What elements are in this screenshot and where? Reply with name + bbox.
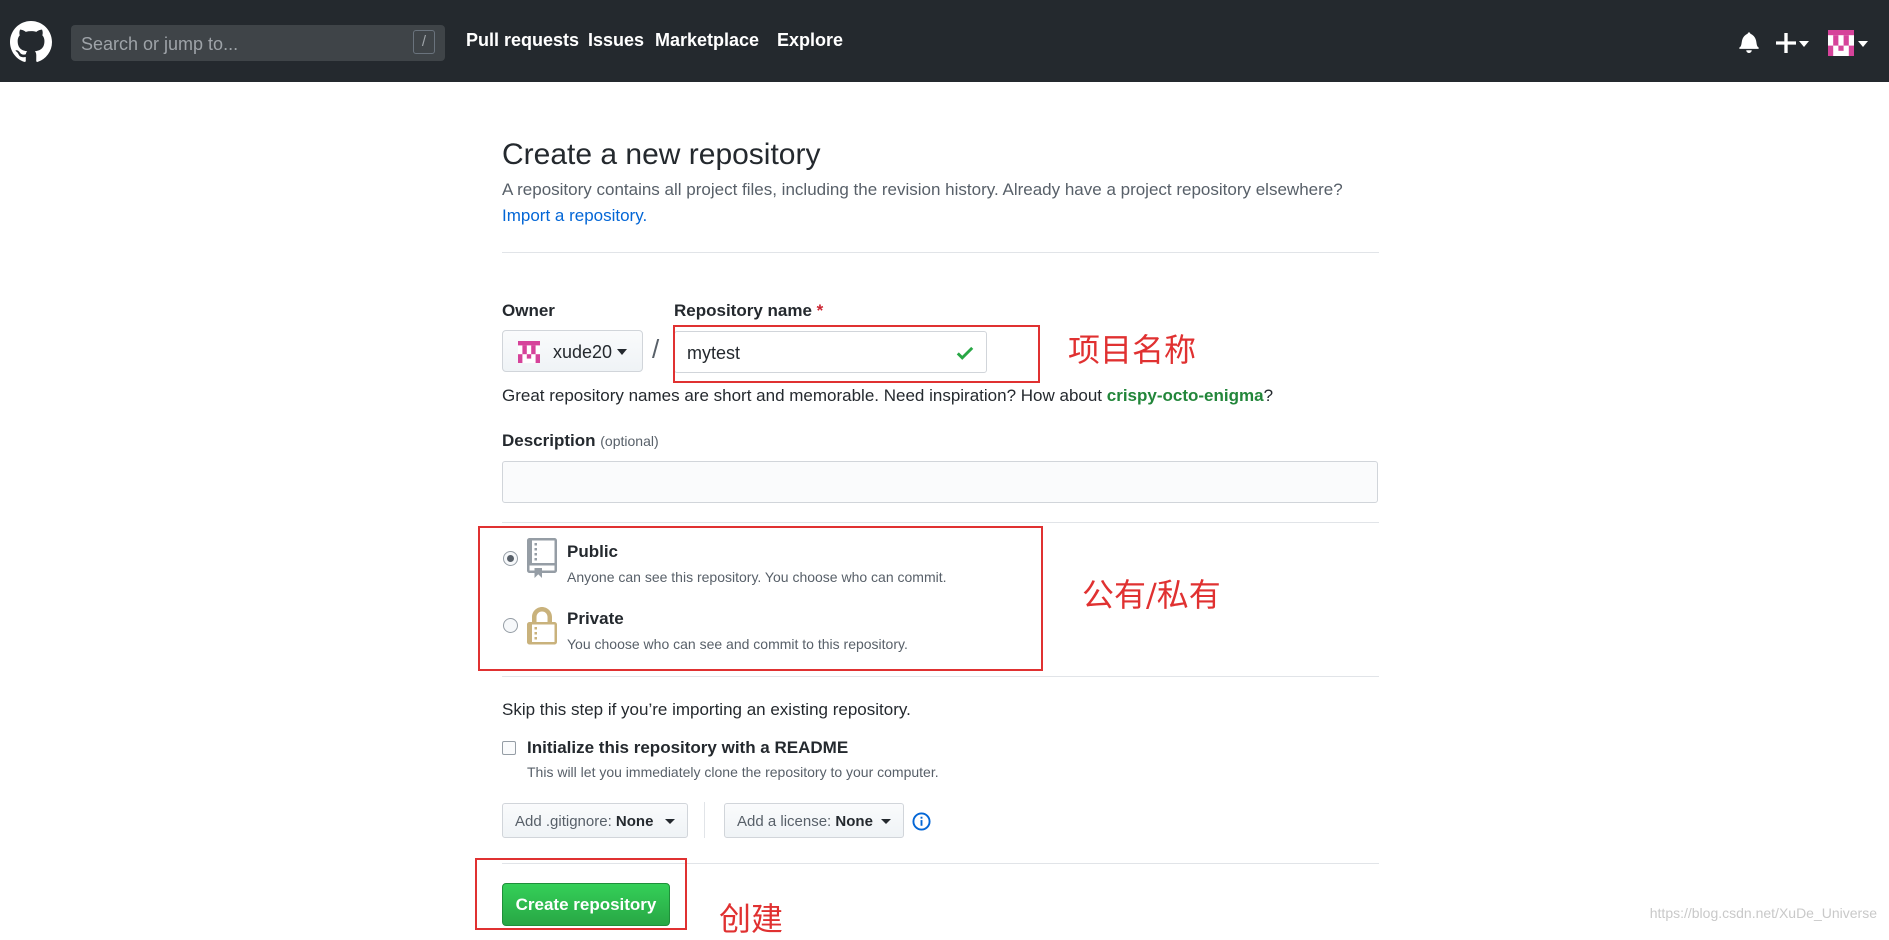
watermark: https://blog.csdn.net/XuDe_Universe [1649,905,1877,921]
required-marker: * [816,301,824,320]
annotation-name: 项目名称 [1068,331,1197,369]
repo-name-label: Repository name * [674,301,823,321]
gitignore-value: None [615,813,654,830]
plus-icon[interactable] [1776,33,1796,53]
annotation-create: 创建 [719,900,784,938]
annotation-box-create [475,858,687,930]
annotation-box-visibility [478,526,1043,671]
owner-avatar [518,341,540,363]
github-logo-icon[interactable] [10,21,52,63]
name-hint-suffix: ? [1263,386,1274,405]
page-lead: A repository contains all project files,… [502,180,1343,199]
nav-pull-requests[interactable]: Pull requests [466,30,579,51]
divider [502,252,1379,253]
annotation-visibility: 公有/私有 [1082,576,1221,614]
owner-label: Owner [502,301,555,320]
owner-repo-separator: / [652,334,660,364]
license-prefix: Add a license: [737,813,832,830]
info-icon[interactable] [912,812,931,831]
readme-label[interactable]: Initialize this repository with a README [527,738,848,758]
select-separator [704,802,705,838]
description-label: Description (optional) [502,431,659,451]
owner-select-button[interactable]: xude20 [502,330,643,372]
avatar[interactable] [1828,30,1854,56]
import-repository-link[interactable]: Import a repository. [502,206,647,226]
avatar-dropdown-caret-icon [1858,41,1868,47]
plus-dropdown-caret-icon [1799,41,1809,47]
readme-checkbox[interactable] [502,741,516,755]
description-optional: (optional) [600,433,659,449]
bell-icon[interactable] [1739,31,1759,53]
gitignore-select[interactable]: Add .gitignore: None [502,803,688,838]
name-hint-prefix: Great repository names are short and mem… [502,386,1107,405]
search-placeholder: Search or jump to... [81,34,239,54]
nav-marketplace[interactable]: Marketplace [655,30,759,51]
search-input[interactable]: Search or jump to... / [71,25,445,61]
description-label-text: Description [502,431,596,450]
gitignore-prefix: Add .gitignore: [515,813,612,830]
readme-description: This will let you immediately clone the … [527,764,939,780]
search-shortcut-key: / [413,30,435,54]
license-select[interactable]: Add a license: None [724,803,904,838]
owner-value: xude20 [553,342,613,362]
repo-name-label-text: Repository name [674,301,812,320]
divider [502,676,1379,677]
top-header: Search or jump to... / Pull requests Iss… [0,0,1889,82]
gitignore-caret-icon [665,819,675,824]
owner-caret-icon [617,349,627,355]
description-input[interactable] [502,461,1378,503]
nav-explore[interactable]: Explore [777,30,843,51]
page-title: Create a new repository [502,138,821,171]
license-caret-icon [881,819,891,824]
license-value: None [835,813,873,830]
name-suggestion[interactable]: crispy-octo-enigma [1107,386,1264,405]
name-hint: Great repository names are short and mem… [502,386,1273,406]
divider [502,522,1379,523]
skip-text: Skip this step if you’re importing an ex… [502,700,911,719]
nav-issues[interactable]: Issues [588,30,644,51]
annotation-box-name [673,325,1040,383]
